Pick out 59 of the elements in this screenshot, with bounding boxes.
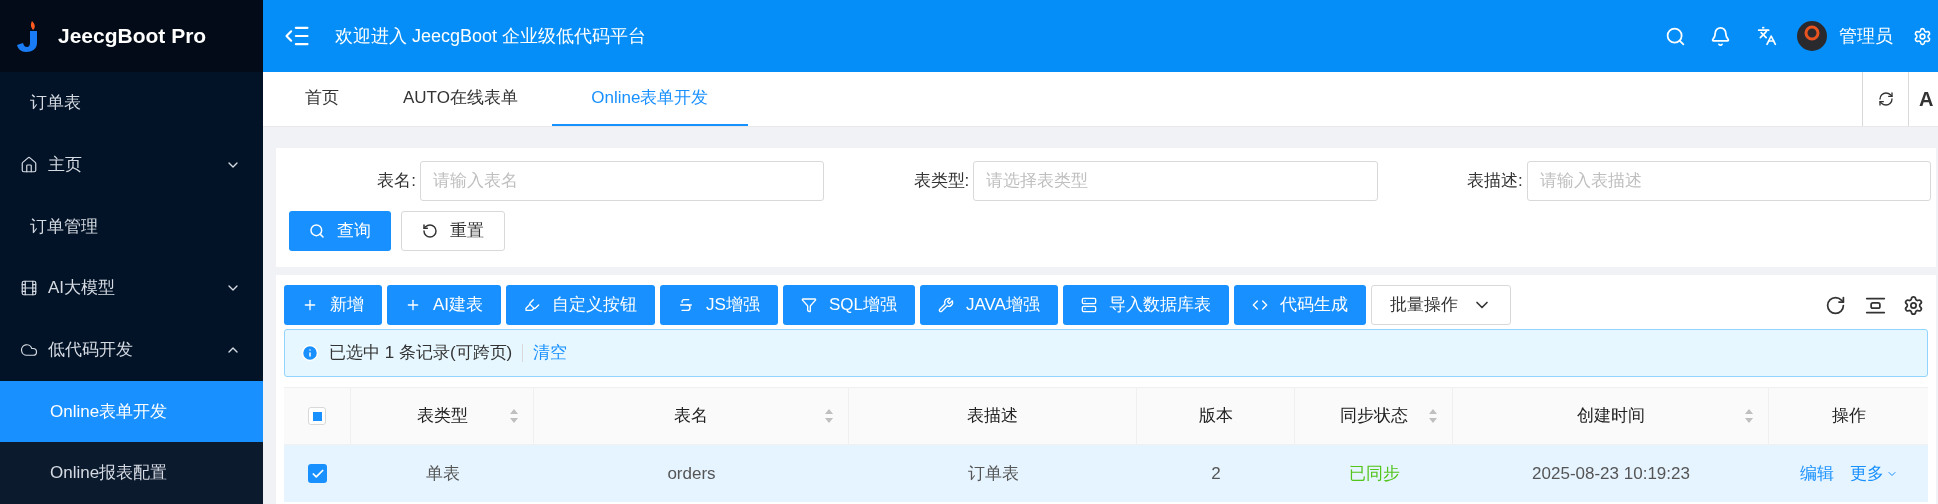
menu-item[interactable]: Online报表配置 [0,442,263,504]
page-tab[interactable]: AUTO在线表单 [373,72,548,126]
column-header[interactable]: 同步状态 [1295,388,1453,444]
code-icon [1251,297,1268,313]
menu-item[interactable]: 低代码开发 [0,318,263,381]
table-cell-text: 单表 [424,462,461,485]
refresh-icon[interactable] [1877,91,1894,107]
film-icon [20,279,38,297]
menu-item[interactable]: 订单管理 [0,195,263,258]
server-icon [1080,297,1097,313]
text-field[interactable]: 请输入表名 [420,161,825,201]
table-cell-text: orders [666,462,717,485]
search-icon [309,223,325,239]
dropdown-button[interactable]: 批量操作 [1370,285,1511,325]
alert-text: 已选中 1 条记录(可跨页) [329,342,513,365]
menu-item[interactable]: 订单表 [0,72,263,134]
toolbar-glyph[interactable]: A [1919,84,1934,114]
column-header[interactable]: 创建时间 [1453,388,1769,444]
strikethrough-icon [678,297,695,313]
sort-icon[interactable] [1744,408,1754,424]
text-field[interactable]: 请输入表描述 [1526,161,1931,201]
welcome-title: 欢迎进入 JeecgBoot 企业级低代码平台 [335,24,647,48]
field-label: 表描述: [1465,170,1524,193]
avatar-icon[interactable] [1797,21,1827,51]
table-cell-text: 已同步 [1347,462,1401,485]
settings-icon[interactable] [1903,294,1924,316]
select-all-checkbox[interactable] [308,407,326,425]
app-name: JeecgBoot Pro [58,23,207,50]
column-header[interactable]: 表类型 [351,388,534,444]
column-header[interactable]: 表名 [534,388,849,444]
plus-icon [405,297,421,313]
column-header[interactable]: 表描述 [849,388,1137,444]
reset-button[interactable]: 重置 [401,211,505,251]
filter-icon [800,297,817,313]
menu-item[interactable]: AI大模型 [0,257,263,319]
reload-icon[interactable] [1825,294,1846,316]
menu-item[interactable]: 主页 [0,133,263,196]
search-icon[interactable] [1665,25,1686,47]
wrench-icon [937,297,954,313]
column-header[interactable]: 操作 [1769,388,1928,444]
info-icon [301,344,319,362]
home-icon [20,155,38,174]
row-checkbox[interactable] [308,464,327,483]
sort-icon[interactable] [509,408,519,424]
table-cell-text: 订单表 [966,462,1020,485]
table-cell-text: 2 [1210,462,1222,485]
translate-icon[interactable] [1757,26,1777,46]
bell-icon[interactable] [1710,25,1731,47]
field-label: 表名: [376,170,417,193]
page-tab[interactable]: 首页 [275,72,369,126]
pen-icon [524,297,541,313]
table-cell-text: 2025-08-23 10:19:23 [1531,462,1691,485]
reset-icon [422,223,438,239]
plus-icon [302,297,318,313]
field-label: 表类型: [912,170,971,193]
column-header[interactable]: 版本 [1137,388,1295,444]
sort-icon[interactable] [824,408,834,424]
sort-icon[interactable] [1428,408,1438,424]
text-field[interactable]: 请选择表类型 [973,161,1378,201]
